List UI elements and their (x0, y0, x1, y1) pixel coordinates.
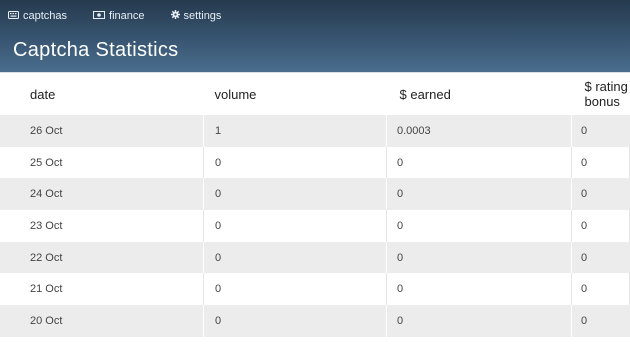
page-title: Captcha Statistics (13, 39, 179, 61)
cell-earned: 0 (386, 273, 572, 306)
nav-label-settings: settings (183, 10, 222, 22)
cell-rating-bonus: 0 (571, 273, 630, 306)
cell-volume: 0 (203, 305, 387, 337)
cell-rating-bonus: 0 (571, 178, 630, 211)
cell-date: 25 Oct (0, 146, 204, 179)
table-row: 25 Oct 0 0 0 (0, 146, 630, 179)
cell-date: 24 Oct (0, 178, 204, 211)
cell-volume: 0 (203, 146, 387, 179)
column-header-earned: $ earned (399, 86, 451, 102)
statistics-table: date volume $ earned $ rating bonus 26 O… (0, 73, 630, 337)
column-header-rating-bonus: $ rating bonus (584, 79, 628, 109)
cell-rating-bonus: 0 (571, 241, 630, 274)
header-row: date volume $ earned $ rating bonus (0, 73, 630, 115)
cell-earned: 0 (386, 178, 572, 211)
cell-earned: 0 (386, 210, 572, 242)
column-header-date: date (30, 86, 56, 102)
column-header-volume: volume (214, 86, 257, 102)
app-header: captchas finance settings Captcha Statis… (0, 0, 630, 73)
gear-icon (170, 10, 180, 22)
nav-item-settings[interactable]: settings (170, 10, 222, 22)
keyboard-icon (8, 10, 19, 22)
table-row: 26 Oct 1 0.0003 0 (0, 115, 630, 147)
cell-earned: 0 (386, 146, 572, 179)
table-header: date volume $ earned $ rating bonus (0, 73, 630, 115)
table-row: 22 Oct 0 0 0 (0, 241, 630, 274)
cell-rating-bonus: 0 (571, 210, 630, 242)
cell-volume: 0 (203, 210, 387, 242)
cell-rating-bonus: 0 (571, 305, 630, 337)
cell-earned: 0 (386, 241, 572, 274)
cell-volume: 0 (203, 178, 387, 211)
cell-date: 26 Oct (0, 115, 204, 147)
cell-rating-bonus: 0 (571, 146, 630, 179)
money-icon (93, 10, 106, 22)
table-row: 20 Oct 0 0 0 (0, 305, 630, 337)
nav-label-captchas: captchas (23, 10, 68, 22)
table-row: 24 Oct 0 0 0 (0, 178, 630, 211)
table-body: 26 Oct 1 0.0003 0 25 Oct 0 0 0 24 Oct 0 … (0, 115, 630, 337)
nav-item-finance[interactable]: finance (93, 10, 145, 22)
cell-rating-bonus: 0 (571, 115, 630, 147)
table-row: 23 Oct 0 0 0 (0, 210, 630, 242)
cell-earned: 0 (386, 305, 572, 337)
cell-volume: 0 (203, 241, 387, 274)
cell-date: 22 Oct (0, 241, 204, 274)
cell-date: 21 Oct (0, 273, 204, 306)
nav-item-captchas[interactable]: captchas (8, 10, 67, 22)
cell-earned: 0.0003 (386, 115, 572, 147)
cell-date: 23 Oct (0, 210, 204, 242)
cell-date: 20 Oct (0, 305, 204, 337)
table-row: 21 Oct 0 0 0 (0, 273, 630, 306)
cell-volume: 1 (203, 115, 387, 147)
nav-label-finance: finance (109, 10, 145, 22)
cell-volume: 0 (203, 273, 387, 306)
top-nav: captchas finance settings (8, 10, 247, 22)
